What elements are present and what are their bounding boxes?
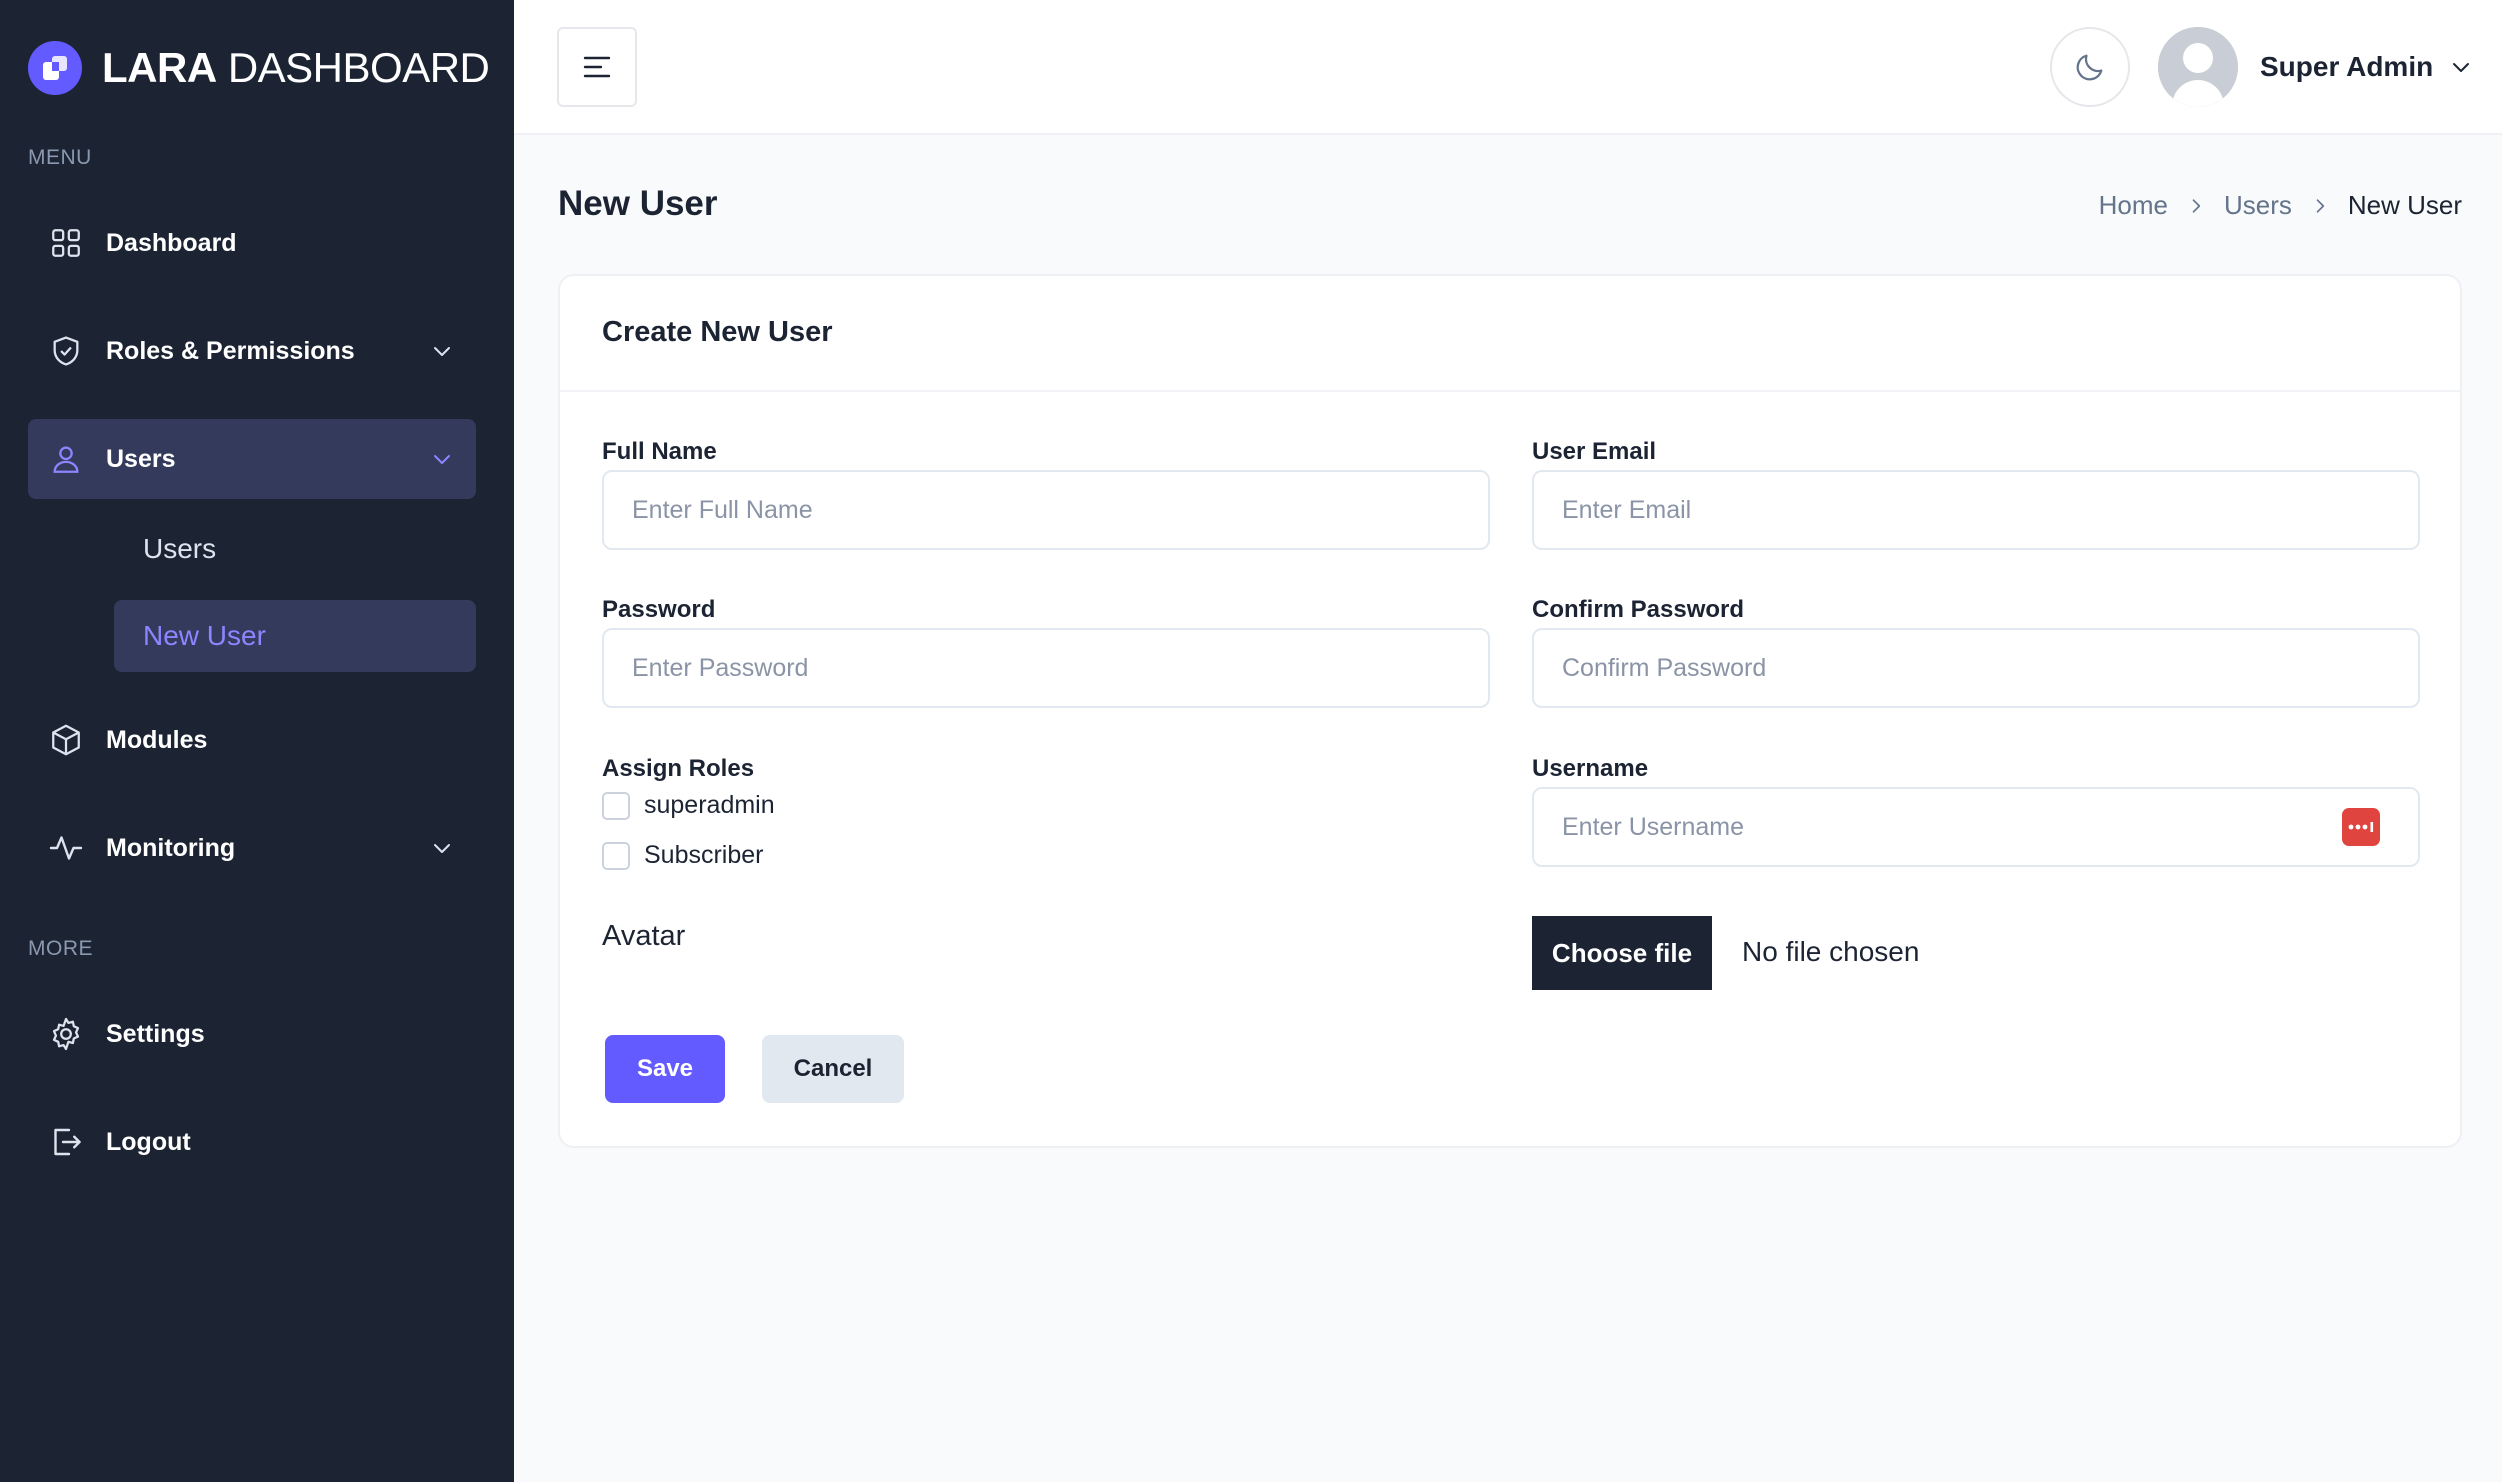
sidebar-subitem-new-user[interactable]: New User: [114, 600, 476, 672]
user-menu[interactable]: Super Admin: [2158, 27, 2473, 107]
avatar: [2158, 27, 2238, 107]
breadcrumb-users[interactable]: Users: [2224, 190, 2292, 221]
sidebar: LARA DASHBOARD MENU Dashboard Roles & Pe…: [0, 0, 514, 1482]
cancel-button[interactable]: Cancel: [762, 1035, 904, 1103]
sidebar-item-label: Dashboard: [106, 228, 237, 257]
save-button[interactable]: Save: [605, 1035, 725, 1103]
role-option-subscriber[interactable]: Subscriber: [602, 841, 764, 870]
top-header: Super Admin: [514, 0, 2502, 135]
password-label: Password: [602, 596, 716, 623]
sidebar-item-dashboard[interactable]: Dashboard: [28, 203, 476, 283]
sidebar-item-label: Monitoring: [106, 833, 236, 862]
create-user-card: Create New User Full Name User Email Pas…: [558, 274, 2462, 1148]
file-status: No file chosen: [1742, 936, 1920, 967]
brand-name: LARA DASHBOARD: [102, 44, 490, 91]
role-checkbox[interactable]: [602, 791, 630, 820]
user-name: Super Admin: [2260, 51, 2434, 82]
chevron-right-icon: [2186, 196, 2206, 216]
sidebar-item-label: Modules: [106, 725, 208, 754]
menu-icon: [583, 56, 611, 78]
sidebar-item-modules[interactable]: Modules: [28, 700, 476, 780]
chevron-down-icon: [434, 455, 450, 464]
moon-icon: [2076, 54, 2103, 81]
assign-roles-label: Assign Roles: [602, 755, 755, 782]
sidebar-item-label: Roles & Permissions: [106, 336, 355, 365]
role-option-superadmin[interactable]: superadmin: [602, 791, 775, 820]
sidebar-item-settings[interactable]: Settings: [28, 994, 476, 1074]
role-checkbox[interactable]: [602, 841, 630, 870]
gear-icon: [48, 1016, 84, 1052]
username-label: Username: [1532, 755, 1649, 782]
menu-section-label: MENU: [28, 146, 92, 169]
user-icon: [48, 441, 84, 477]
sidebar-toggle-button[interactable]: [557, 27, 637, 107]
full-name-label: Full Name: [602, 438, 717, 465]
email-field[interactable]: [1532, 470, 2420, 550]
card-title: Create New User: [602, 316, 833, 348]
breadcrumb-current: New User: [2347, 190, 2462, 220]
confirm-password-input[interactable]: [1532, 628, 2420, 708]
page-title: New User: [558, 184, 718, 223]
chevron-right-icon: [2310, 196, 2330, 216]
username-input[interactable]: [1532, 787, 2420, 867]
password-input[interactable]: [602, 628, 1490, 708]
sidebar-item-label: Logout: [106, 1127, 191, 1156]
sidebar-subitem-users[interactable]: Users: [114, 513, 476, 585]
chevron-down-icon: [434, 844, 450, 853]
more-section-label: MORE: [28, 937, 93, 960]
sidebar-item-label: Settings: [106, 1019, 205, 1048]
avatar-label: Avatar: [602, 920, 686, 952]
full-name-input[interactable]: [602, 470, 1490, 550]
sidebar-item-logout[interactable]: Logout: [28, 1102, 476, 1182]
password-manager-icon[interactable]: [2342, 808, 2380, 846]
card-header: Create New User: [560, 276, 2460, 392]
breadcrumb: Home Users New User: [2099, 190, 2462, 221]
chevron-down-icon: [434, 347, 450, 356]
sidebar-item-label: Users: [106, 444, 176, 473]
brand-logo[interactable]: LARA DASHBOARD: [28, 40, 490, 96]
shield-icon: [48, 333, 84, 369]
dark-mode-toggle[interactable]: [2050, 27, 2130, 107]
cube-icon: [48, 722, 84, 758]
choose-file-button[interactable]: Choose file: [1532, 916, 1712, 990]
breadcrumb-home[interactable]: Home: [2099, 190, 2168, 221]
logout-icon: [48, 1124, 84, 1160]
sidebar-item-roles-permissions[interactable]: Roles & Permissions: [28, 311, 476, 391]
role-option-label: Subscriber: [644, 841, 764, 869]
chevron-down-icon: [2453, 63, 2470, 72]
logo-icon: [28, 41, 82, 95]
role-option-label: superadmin: [644, 791, 775, 819]
email-label: User Email: [1532, 438, 1657, 465]
activity-icon: [48, 830, 84, 866]
grid-icon: [48, 225, 84, 261]
sidebar-item-monitoring[interactable]: Monitoring: [28, 808, 476, 888]
sidebar-item-users[interactable]: Users: [28, 419, 476, 499]
confirm-password-label: Confirm Password: [1532, 596, 1745, 623]
